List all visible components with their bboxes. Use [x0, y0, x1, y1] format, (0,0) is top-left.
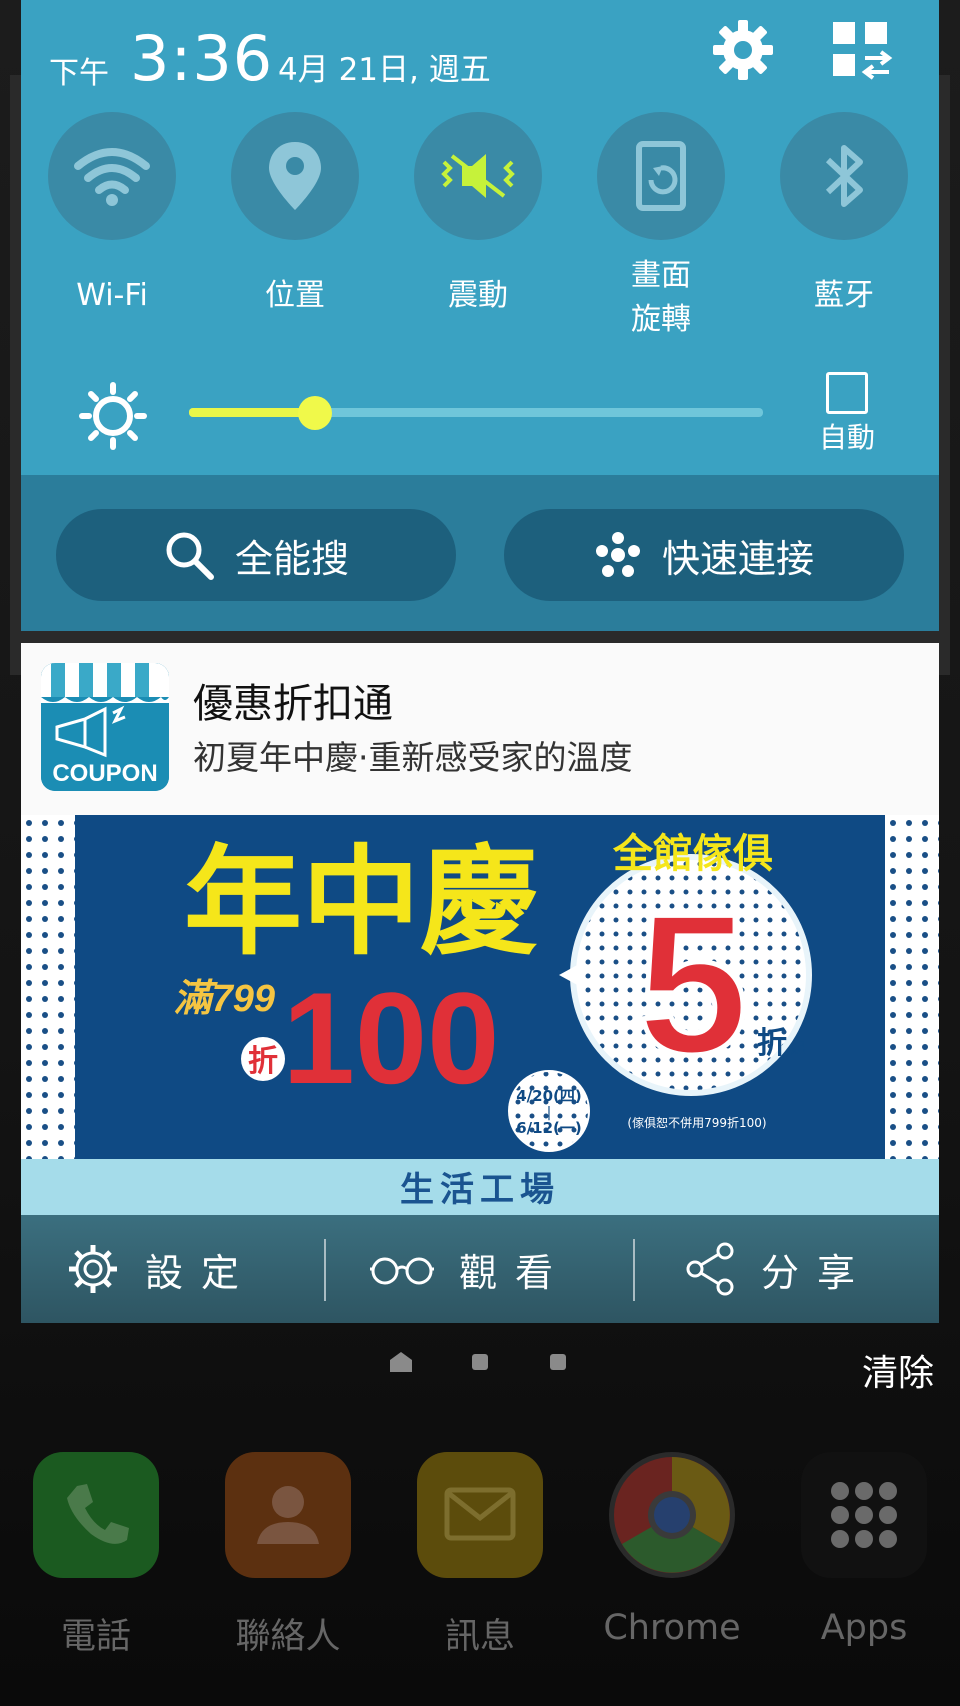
brightness-sun-icon	[79, 382, 147, 450]
dock-chrome-label: Chrome	[603, 1608, 741, 1648]
banner-side-title: 全館傢俱	[612, 831, 773, 877]
vibrate-icon	[414, 112, 542, 240]
gear-icon	[69, 1245, 117, 1293]
settings-gear-icon[interactable]	[711, 18, 775, 82]
notification-text: 初夏年中慶·重新感受家的溫度	[193, 738, 633, 777]
notification-title: 優惠折扣通	[193, 681, 393, 727]
banner-discount-prefix: 折	[248, 1044, 278, 1079]
banner-discount-value: 100	[283, 965, 500, 1111]
banner-fine-print: (傢俱恕不併用799折100)	[627, 1115, 766, 1130]
toggle-bluetooth-label: 藍牙	[814, 278, 874, 313]
wifi-icon	[48, 112, 176, 240]
toggle-wifi-label: Wi-Fi	[76, 278, 148, 313]
page-indicator-dot	[550, 1354, 566, 1370]
brightness-slider-fill	[189, 408, 315, 417]
coupon-app-icon: COUPON	[41, 663, 169, 791]
quick-connect-button[interactable]: 快速連接	[504, 509, 904, 601]
quick-actions-bar: 全能搜 快速連接	[21, 475, 939, 631]
bluetooth-icon	[780, 112, 908, 240]
toggle-bluetooth[interactable]: 藍牙	[779, 112, 909, 318]
auto-brightness-checkbox[interactable]	[826, 372, 868, 414]
location-pin-icon	[231, 112, 359, 240]
banner-date-end: 6/12(一)	[516, 1119, 582, 1137]
toggle-location-label: 位置	[265, 278, 325, 313]
notification-share-button[interactable]: 分享	[683, 1215, 873, 1323]
dock-apps[interactable]: Apps	[794, 1452, 934, 1648]
toggle-rotate-label: 畫面 旋轉	[596, 254, 726, 342]
apps-grid-icon	[801, 1452, 927, 1578]
toggle-rotate-label-line2: 旋轉	[631, 302, 691, 337]
banner-date-start: 4/20(四)	[516, 1087, 582, 1105]
banner-spend-label: 滿799	[174, 978, 275, 1020]
s-finder-label: 全能搜	[234, 536, 349, 581]
phone-icon	[33, 1452, 159, 1578]
time-ampm: 下午	[49, 56, 109, 91]
s-finder-button[interactable]: 全能搜	[56, 509, 456, 601]
dock-messages-label: 訊息	[444, 1617, 515, 1657]
toggle-location[interactable]: 位置	[230, 112, 360, 318]
home-page-indicator-icon	[388, 1350, 414, 1374]
date: 4月 21日, 週五	[278, 52, 491, 88]
notification-settings-button[interactable]: 設定	[65, 1215, 257, 1323]
dock-phone[interactable]: 電話	[26, 1452, 166, 1659]
toggle-rotate[interactable]: 畫面 旋轉	[596, 112, 726, 342]
brightness-slider-thumb[interactable]	[298, 396, 332, 430]
toggle-rotate-label-line1: 畫面	[631, 258, 691, 293]
quick-connect-label: 快速連接	[661, 536, 814, 581]
banner-side-suffix-small: 起	[791, 1041, 805, 1057]
banner-side-suffix: 折	[757, 1026, 787, 1061]
dock-messages[interactable]: 訊息	[410, 1452, 550, 1659]
contacts-icon	[225, 1452, 351, 1578]
notification-settings-label: 設定	[145, 1250, 258, 1295]
toggle-wifi[interactable]: Wi-Fi	[47, 112, 177, 318]
clock: 3:36	[130, 22, 274, 95]
promo-banner-image[interactable]: 年中慶 滿799 折 100 4/20(四) | 6/12(一) 全館傢俱 5 …	[21, 815, 939, 1215]
dock-chrome[interactable]: Chrome	[602, 1452, 742, 1648]
page-indicator-dot	[472, 1354, 488, 1370]
clear-notifications-button[interactable]: 清除	[862, 1344, 934, 1396]
rotate-screen-icon	[597, 112, 725, 240]
dock-apps-label: Apps	[820, 1608, 908, 1648]
glasses-icon	[370, 1257, 434, 1285]
notification-actions-bar: 設定 觀看 分享	[21, 1215, 939, 1323]
coupon-icon-text: COUPON	[52, 760, 157, 787]
chrome-icon	[609, 1452, 735, 1578]
banner-headline: 年中慶	[184, 833, 538, 971]
dock-phone-label: 電話	[60, 1617, 131, 1657]
search-icon	[166, 532, 214, 580]
status-header: 下午 3:36 4月 21日, 週五	[21, 0, 939, 100]
notification-view-button[interactable]: 觀看	[369, 1215, 571, 1323]
action-divider	[633, 1239, 635, 1301]
dock-contacts-label: 聯絡人	[235, 1617, 341, 1657]
messages-icon	[417, 1452, 543, 1578]
banner-store-name: 生活工場	[400, 1170, 560, 1210]
banner-side-value: 5	[637, 873, 748, 1096]
quick-connect-icon	[595, 532, 640, 577]
notification-view-label: 觀看	[459, 1250, 572, 1295]
coupon-notification[interactable]: COUPON 優惠折扣通 初夏年中慶·重新感受家的溫度 年中慶 滿799 折 1…	[21, 643, 939, 1323]
notification-share-label: 分享	[761, 1250, 874, 1295]
edit-quick-panel-icon[interactable]	[831, 20, 893, 80]
dock-contacts[interactable]: 聯絡人	[218, 1452, 358, 1659]
share-icon	[686, 1242, 734, 1296]
toggle-vibrate-label: 震動	[448, 278, 508, 313]
action-divider	[324, 1239, 326, 1301]
quick-settings-panel: 下午 3:36 4月 21日, 週五 Wi-Fi 位置 震動 畫面 旋轉 藍牙 …	[21, 0, 939, 631]
toggle-vibrate[interactable]: 震動	[413, 112, 543, 318]
auto-brightness-label: 自動	[818, 421, 875, 454]
